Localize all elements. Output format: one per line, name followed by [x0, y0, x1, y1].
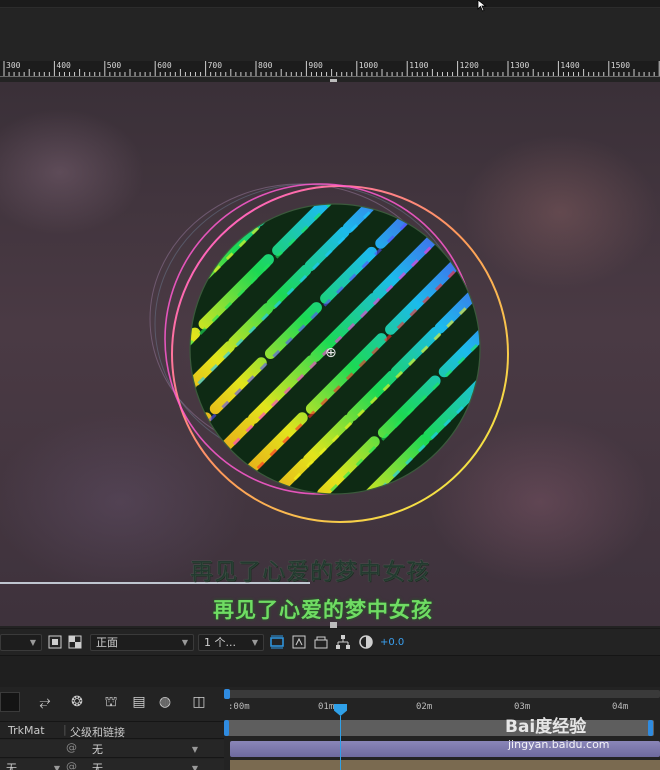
trkmat-value: 无 [6, 762, 17, 770]
timeline-icon [314, 636, 328, 649]
work-area-start-handle[interactable] [224, 720, 229, 736]
time-label: :00m [228, 702, 250, 712]
parent-column-label[interactable]: 父级和链接 [70, 724, 125, 740]
work-area-end-handle[interactable] [648, 720, 653, 736]
layer-row[interactable]: @ 无 ▼ [0, 740, 224, 758]
subtitle-text[interactable]: 再见了心爱的梦中女孩 [213, 594, 433, 624]
chevron-down-icon: ▼ [53, 763, 60, 770]
timeline-toggle-button[interactable] [313, 633, 329, 651]
ruler-label: 900 [308, 61, 323, 70]
motion-blur-icon[interactable]: ◍ [156, 693, 174, 711]
layer-columns-header: TrkMat | 父级和链接 [0, 721, 224, 739]
parent-value: 无 [92, 743, 103, 756]
time-label: 01m [318, 702, 335, 712]
views-count-value: 1 个... [204, 636, 236, 649]
ruler-label: 1300 [510, 61, 530, 70]
toggle-pixel-aspect-button[interactable] [269, 633, 285, 651]
column-separator: | [63, 723, 67, 736]
pixel-ruler: 300 400 500 600 700 800 900 1000 1100 1200 1300 140… [0, 61, 660, 77]
view-dropdown[interactable]: 正面 ▼ [90, 633, 194, 651]
pickwhip-icon[interactable]: @ [66, 741, 77, 754]
pickwhip-icon[interactable]: @ [66, 760, 77, 770]
ruler-label: 700 [207, 61, 223, 70]
frame-blending-icon[interactable]: ▤ [130, 693, 148, 711]
trkmat-dropdown[interactable]: 无 ▼ [6, 760, 60, 770]
timeline-search-input[interactable] [0, 692, 20, 712]
chevron-down-icon: ▼ [251, 637, 258, 647]
ruler-label: 1500 [610, 61, 631, 70]
ruler-label: 600 [157, 61, 172, 70]
watermark-url: jingyan.baidu.com [508, 738, 610, 751]
subtitle-shadow-text: 再见了心爱的梦中女孩 [190, 559, 430, 585]
chevron-down-icon: ▼ [181, 637, 188, 647]
draft-3d-icon[interactable]: ❂ [68, 693, 86, 711]
transparency-grid-button[interactable] [68, 633, 82, 651]
work-area-bar[interactable] [226, 720, 654, 736]
mouse-cursor-icon [477, 0, 487, 12]
time-label: 04m [612, 702, 629, 712]
checkerboard-icon [68, 635, 82, 649]
shy-layers-icon[interactable]: ⛫ [102, 693, 120, 711]
parent-dropdown[interactable]: 无 ▼ [88, 741, 202, 757]
trkmat-column-label[interactable]: TrkMat [8, 724, 45, 737]
ruler-label: 800 [258, 61, 273, 70]
exposure-value[interactable]: +0.0 [380, 633, 404, 651]
fast-preview-button[interactable] [291, 633, 307, 651]
resolution-dropdown[interactable]: ▼ [0, 633, 42, 651]
viewer-toolbar: ▼ 正面 ▼ 1 个... ▼ +0.0 [0, 628, 660, 654]
ruler-label: 300 [6, 61, 21, 70]
panel-divider [0, 655, 660, 687]
anchor-point-icon[interactable]: ⊕ [325, 345, 337, 361]
region-of-interest-button[interactable] [48, 633, 62, 651]
top-panel [0, 9, 660, 61]
time-navigator[interactable] [224, 689, 660, 699]
aspect-icon [270, 635, 284, 649]
graph-editor-icon[interactable]: ◫ [190, 693, 208, 711]
parent-value: 无 [92, 762, 103, 770]
time-label: 03m [514, 702, 531, 712]
composition-viewer[interactable]: ⊕ 再见了心爱的梦中女孩 再见了心爱的梦中女孩 [0, 82, 660, 626]
reset-exposure-button[interactable] [358, 633, 374, 651]
composition-flowchart-icon[interactable]: ⥂ [36, 693, 54, 711]
time-label: 02m [416, 702, 433, 712]
ruler-label: 500 [106, 61, 122, 70]
chevron-down-icon: ▼ [191, 744, 198, 754]
ruler-label: 1100 [409, 61, 429, 70]
layer-duration-bar[interactable] [230, 760, 660, 770]
view-dropdown-value: 正面 [96, 636, 118, 649]
flowchart-button[interactable] [335, 633, 351, 651]
ruler-label: 1000 [358, 61, 379, 70]
spectrum-orb-graphic [149, 183, 509, 523]
views-count-dropdown[interactable]: 1 个... ▼ [198, 633, 264, 651]
flowchart-icon [336, 635, 350, 649]
ruler-label: 400 [56, 61, 71, 70]
chevron-down-icon: ▼ [191, 763, 198, 770]
playhead-line[interactable] [340, 716, 341, 770]
chevron-down-icon: ▼ [29, 637, 36, 647]
layer-row[interactable]: 无 ▼ @ 无 ▼ [0, 759, 224, 770]
ruler-label: 1400 [560, 61, 580, 70]
watermark-logo: Bai度经验 [505, 717, 587, 737]
fast-preview-icon [292, 635, 306, 649]
time-ruler[interactable] [226, 699, 660, 719]
ruler-label: 1200 [459, 61, 479, 70]
top-strip [0, 0, 660, 8]
region-icon [48, 635, 62, 649]
parent-dropdown[interactable]: 无 ▼ [88, 760, 202, 770]
exposure-icon [359, 635, 373, 649]
